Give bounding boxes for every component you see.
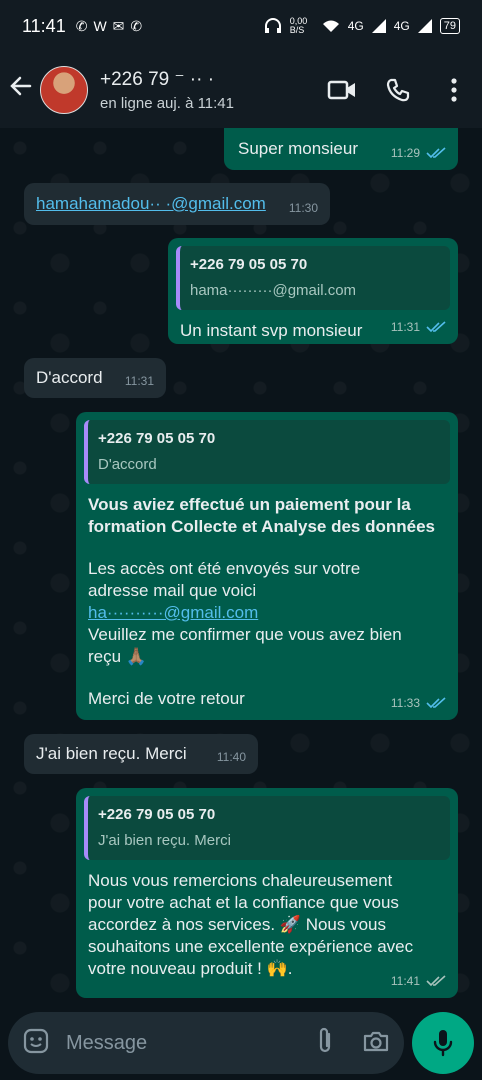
message-line: formation Collecte et Analyse des donnée… (88, 517, 436, 536)
incoming-message[interactable]: D'accord 11:31 (24, 358, 166, 398)
message-meta: 11:40 (217, 746, 246, 768)
message-time: 11:41 (390, 974, 420, 988)
outgoing-message[interactable]: +226 79 05 05 70 D'accord Vous aviez eff… (76, 412, 458, 720)
voice-call-icon[interactable] (370, 77, 426, 103)
status-right: 0,00 B/S 4G 4G 79 (264, 17, 460, 35)
message-line: pour votre achat et la confiance que vou… (88, 893, 399, 912)
mic-button[interactable] (412, 1012, 474, 1074)
message-time: 11:33 (390, 696, 420, 710)
wifi-icon (322, 20, 339, 32)
quoted-message[interactable]: +226 79 05 05 70 hama·········@gmail.com (176, 246, 450, 310)
read-receipt-icon (426, 321, 446, 333)
outgoing-message[interactable]: +226 79 05 05 70 J'ai bien reçu. Merci N… (76, 788, 458, 998)
outgoing-message[interactable]: Super monsieur 11:29 (224, 128, 458, 170)
read-receipt-icon (426, 147, 446, 159)
message-line: Les accès ont été envoyés sur votre (88, 559, 361, 578)
notification-icon: ✆ (130, 17, 143, 34)
message-line: reçu 🙏🏽 (88, 647, 147, 666)
net-speed: 0,00 B/S (289, 16, 308, 35)
contact-name: +226 79 ⁻ ·· · (100, 69, 215, 90)
message-time: 11:30 (288, 201, 318, 215)
message-time: 11:40 (216, 750, 246, 764)
message-meta: 11:31 (125, 370, 154, 392)
message-time: 11:31 (124, 374, 154, 388)
incoming-message[interactable]: hamahamadou·· ·@gmail.com 11:30 (24, 183, 330, 225)
outgoing-message[interactable]: +226 79 05 05 70 hama·········@gmail.com… (168, 238, 458, 344)
notification-icon: W (93, 17, 107, 34)
notification-icon: ✉ (112, 17, 125, 34)
more-options-icon[interactable] (426, 77, 482, 103)
back-arrow-icon[interactable] (8, 73, 38, 107)
message-text: Super monsieur (238, 139, 359, 158)
quoted-text: hama·········@gmail.com (190, 282, 357, 299)
notification-icon: ✆ (75, 17, 88, 34)
message-line: Veuillez me confirmer que vous avez bien (88, 625, 402, 644)
status-bar: 11:41 ✆ W ✉ ✆ 0,00 B/S 4G 4G 79 (0, 0, 482, 52)
quoted-message[interactable]: +226 79 05 05 70 D'accord (84, 420, 450, 484)
chat-header: +226 79 ⁻ ·· · en ligne auj. à 11:41 (0, 52, 482, 128)
quoted-text: D'accord (98, 456, 157, 473)
message-line: accordez à nos services. 🚀 Nous vous (88, 915, 387, 934)
composer: Message (0, 1006, 482, 1080)
email-link[interactable]: hamahamadou·· ·@gmail.com (36, 193, 266, 215)
video-call-icon[interactable] (314, 78, 370, 102)
message-text: J'ai bien reçu. Merci (36, 744, 187, 763)
chat-area[interactable]: Super monsieur 11:29 hamahamadou·· ·@gma… (0, 128, 482, 1006)
read-receipt-icon (426, 697, 446, 709)
incoming-message[interactable]: J'ai bien reçu. Merci 11:40 (24, 734, 258, 774)
camera-icon[interactable] (362, 1029, 390, 1058)
email-link[interactable]: ha··········@gmail.com (88, 602, 446, 624)
message-line: souhaitons une excellente expérience ave… (88, 937, 414, 956)
avatar[interactable] (40, 66, 88, 114)
sticker-icon[interactable] (22, 1027, 50, 1060)
quoted-sender: +226 79 05 05 70 (98, 806, 216, 823)
quoted-sender: +226 79 05 05 70 (98, 430, 216, 447)
attach-icon[interactable] (314, 1026, 336, 1061)
message-input[interactable]: Message (66, 1032, 147, 1055)
message-meta: 11:29 (391, 142, 446, 164)
message-meta: 11:30 (289, 197, 318, 219)
contact-info[interactable]: +226 79 ⁻ ·· · en ligne auj. à 11:41 (100, 68, 234, 112)
quoted-text: J'ai bien reçu. Merci (98, 832, 231, 849)
headphones-icon (264, 18, 281, 33)
network-label-2: 4G (393, 19, 410, 33)
message-time: 11:29 (390, 146, 420, 160)
message-meta: 11:31 (391, 316, 446, 338)
notification-icons: ✆ W ✉ ✆ (76, 18, 142, 35)
message-meta: 11:41 (391, 970, 446, 992)
contact-status: en ligne auj. à 11:41 (100, 95, 234, 112)
signal-icon (417, 19, 432, 33)
quoted-sender: +226 79 05 05 70 (190, 256, 308, 273)
message-body: Nous vous remercions chaleureusement pou… (76, 870, 458, 980)
message-text: D'accord (36, 368, 103, 387)
microphone-icon (433, 1030, 453, 1057)
network-label-1: 4G (347, 19, 364, 33)
message-line: Nous vous remercions chaleureusement (88, 871, 393, 890)
quoted-message[interactable]: +226 79 05 05 70 J'ai bien reçu. Merci (84, 796, 450, 860)
battery-icon: 79 (439, 18, 460, 34)
message-input-box[interactable]: Message (8, 1012, 404, 1074)
message-body: Vous aviez effectué un paiement pour la … (76, 494, 458, 710)
message-line: adresse mail que voici (88, 581, 257, 600)
message-meta: 11:33 (391, 692, 446, 714)
delivered-receipt-icon (426, 975, 446, 987)
message-line: Vous aviez effectué un paiement pour la (88, 495, 411, 514)
signal-icon (371, 19, 386, 33)
message-time: 11:31 (390, 320, 420, 334)
status-time: 11:41 (22, 15, 66, 36)
header-actions (314, 77, 482, 103)
